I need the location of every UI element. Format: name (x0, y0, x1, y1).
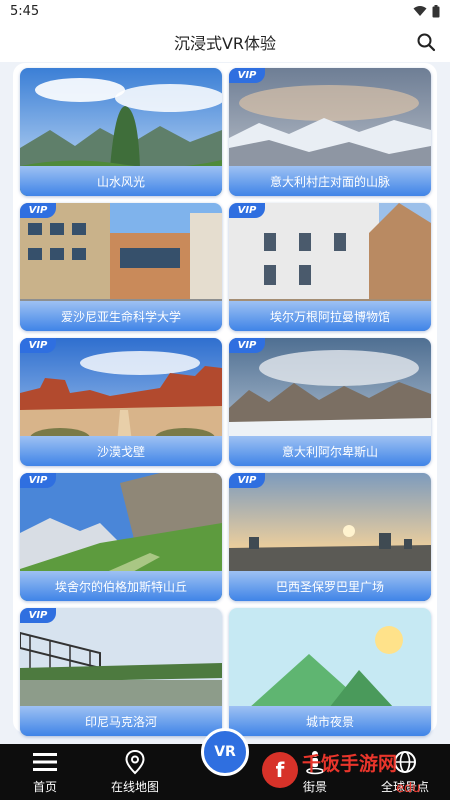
street-view-icon (306, 751, 324, 775)
nav-global[interactable]: 全球景点 (360, 744, 450, 800)
vip-badge: VIP (229, 203, 265, 218)
card-label: 意大利阿尔卑斯山 (229, 436, 431, 466)
card-label: 巴西圣保罗巴里广场 (229, 571, 431, 601)
card-label: 沙漠戈壁 (20, 436, 222, 466)
vip-badge: VIP (229, 68, 265, 83)
scene-card[interactable]: VIP 印尼马克洛河 (20, 608, 222, 736)
vr-button[interactable]: VR (201, 728, 249, 776)
vip-badge: VIP (20, 203, 56, 218)
nav-street-label: 街景 (302, 780, 327, 794)
card-label: 埃舍尔的伯格加斯特山丘 (20, 571, 222, 601)
nav-map-label: 在线地图 (110, 780, 159, 794)
scene-card[interactable]: VIP 意大利阿尔卑斯山 (229, 338, 431, 466)
card-label: 印尼马克洛河 (20, 706, 222, 736)
nav-home[interactable]: 首页 (0, 744, 90, 800)
card-label: 爱沙尼亚生命科学大学 (20, 301, 222, 331)
vip-badge: VIP (20, 473, 56, 488)
scene-grid: 山水风光 VIP 意大利村庄对面的山脉 VIP 爱沙尼亚生命科学大学 VIP 埃… (20, 68, 432, 736)
menu-icon (33, 753, 57, 771)
scene-card[interactable]: VIP 意大利村庄对面的山脉 (229, 68, 431, 196)
status-bar: 5:45 (0, 0, 450, 22)
scene-card[interactable]: VIP 巴西圣保罗巴里广场 (229, 473, 431, 601)
scene-card[interactable]: VIP 沙漠戈壁 (20, 338, 222, 466)
scene-card[interactable]: VIP 埃舍尔的伯格加斯特山丘 (20, 473, 222, 601)
vip-badge: VIP (229, 473, 265, 488)
scene-card[interactable]: VIP 爱沙尼亚生命科学大学 (20, 203, 222, 331)
status-time: 5:45 (10, 3, 40, 19)
vip-badge: VIP (229, 338, 265, 353)
scene-card[interactable]: 山水风光 (20, 68, 222, 196)
vip-badge: VIP (20, 608, 56, 623)
nav-home-label: 首页 (32, 780, 57, 794)
card-label: 意大利村庄对面的山脉 (229, 166, 431, 196)
vip-badge: VIP (20, 338, 56, 353)
nav-map[interactable]: 在线地图 (90, 744, 180, 800)
scene-card[interactable]: 城市夜景 (229, 608, 431, 736)
card-label: 城市夜景 (229, 706, 431, 736)
content-panel: 山水风光 VIP 意大利村庄对面的山脉 VIP 爱沙尼亚生命科学大学 VIP 埃… (13, 63, 437, 736)
search-icon[interactable] (416, 32, 436, 52)
page-title: 沉浸式VR体验 (173, 34, 277, 53)
globe-icon (394, 751, 416, 773)
card-label: 山水风光 (20, 166, 222, 196)
wifi-icon (413, 6, 427, 16)
battery-icon (432, 4, 440, 17)
app-header: 沉浸式VR体验 (0, 22, 450, 62)
scene-card[interactable]: VIP 埃尔万根阿拉曼博物馆 (229, 203, 431, 331)
nav-street[interactable]: 街景 (270, 744, 360, 800)
nav-global-label: 全球景点 (380, 780, 429, 794)
location-pin-icon (125, 749, 145, 775)
card-label: 埃尔万根阿拉曼博物馆 (229, 301, 431, 331)
